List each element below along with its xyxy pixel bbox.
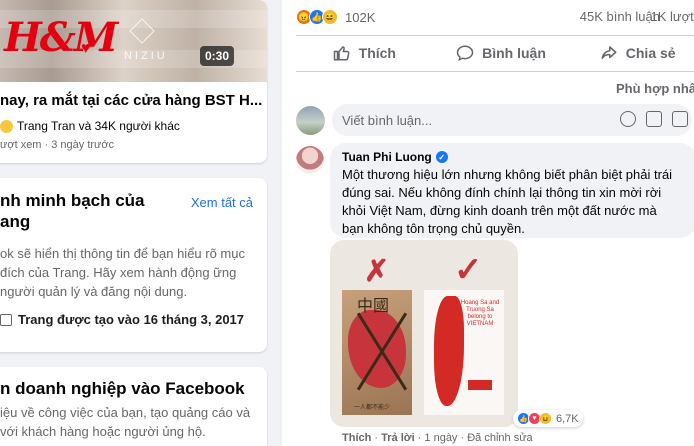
- hm-logo: H&M: [4, 14, 118, 61]
- post-reaction-count[interactable]: 102K: [345, 10, 375, 25]
- comment-label: Bình luận: [482, 45, 546, 61]
- comment-author[interactable]: Tuan Phi Luong ✓: [342, 150, 684, 164]
- vietnam-map-image: Hoang Sa and Truong Sa belong to VIETNAM: [424, 290, 504, 415]
- comment-icon: [456, 45, 474, 62]
- business-card: n doanh nghiệp vào Facebook iệu về công …: [0, 367, 267, 446]
- video-thumbnail[interactable]: H&M ♥ NIZIU 0:30: [0, 0, 267, 82]
- comment-author-name[interactable]: Tuan Phi Luong: [342, 150, 432, 164]
- china-map-footer: 一人都不能少: [354, 405, 391, 411]
- post-panel: 😠 👍 😆 102K 45K bình luận 1K lượt chi Thí…: [282, 0, 694, 446]
- see-all-link[interactable]: Xem tất cả: [191, 195, 253, 210]
- comment-sort-dropdown[interactable]: Phù hợp nhấ: [616, 81, 694, 96]
- divider: [296, 35, 694, 36]
- video-card[interactable]: H&M ♥ NIZIU 0:30 nay, ra mắt tại các cửa…: [0, 0, 267, 163]
- comment-reaction-count: 6,7K: [556, 412, 579, 425]
- transparency-description: ok sẽ hiển thị thông tin để bạn hiểu rõ …: [0, 246, 245, 299]
- vietnam-map-text: Hoang Sa and Truong Sa belong to VIETNAM: [460, 300, 500, 327]
- comment-text: Một thương hiệu lớn nhưng không biết phâ…: [342, 167, 673, 236]
- haha-icon: [0, 119, 13, 133]
- comment-reply-button[interactable]: Trả lời: [381, 432, 415, 444]
- video-meta: ượt xem · 3 ngày trước: [0, 139, 115, 151]
- camera-icon[interactable]: [646, 111, 662, 127]
- divider: [296, 71, 694, 72]
- post-comment-count[interactable]: 45K bình luận: [580, 9, 660, 24]
- thumbs-up-icon: [333, 46, 350, 61]
- post-share-count[interactable]: 1K lượt chi: [651, 9, 694, 24]
- share-icon: [601, 46, 617, 59]
- video-reactions-text: Trang Tran và 34K người khác: [17, 119, 180, 133]
- transparency-title-line2: ang: [0, 212, 31, 231]
- comment-actions: Thích · Trả lời · 1 ngày · Đã chỉnh sửa: [342, 432, 533, 444]
- comment-input[interactable]: Viết bình luận...: [332, 104, 692, 136]
- gif-icon[interactable]: [672, 111, 688, 127]
- comment-button[interactable]: Bình luận: [433, 38, 570, 68]
- comment-image[interactable]: ✗ ✓ 中國 一人都不能少 Hoang Sa and Truong Sa bel…: [330, 240, 518, 427]
- haha-icon: 😆: [539, 412, 552, 425]
- niziu-logo: NIZIU: [124, 50, 168, 62]
- transparency-title: nh minh bạch của ang: [0, 190, 145, 232]
- like-button[interactable]: Thích: [296, 38, 433, 68]
- haha-icon: 😆: [322, 9, 338, 25]
- video-title[interactable]: nay, ra mắt tại các cửa hàng BST H...: [0, 92, 262, 109]
- comment-time[interactable]: 1 ngày: [424, 432, 457, 444]
- current-user-avatar[interactable]: [296, 106, 325, 135]
- verified-badge-icon: ✓: [435, 151, 448, 163]
- business-title: n doanh nghiệp vào Facebook: [0, 379, 245, 398]
- china-map-image: 中國 一人都不能少: [342, 290, 412, 415]
- comment-input-placeholder: Viết bình luận...: [342, 112, 433, 128]
- post-action-row: Thích Bình luận Chia sẻ: [296, 38, 694, 68]
- video-duration: 0:30: [200, 46, 235, 66]
- transparency-title-line1: nh minh bạch của: [0, 191, 145, 210]
- comment-like-button[interactable]: Thích: [342, 432, 371, 444]
- emoji-icon[interactable]: [620, 111, 636, 127]
- calendar-icon: [0, 313, 12, 326]
- video-reactions[interactable]: Trang Tran và 34K người khác: [0, 119, 180, 133]
- business-description: iệu về công việc của bạn, tạo quảng cáo …: [0, 405, 251, 439]
- china-map-title: 中國: [357, 296, 390, 315]
- red-check-mark: ✓: [454, 251, 483, 289]
- comment-reactions[interactable]: 👍 ♥ 😆 6,7K: [513, 410, 583, 427]
- islands-marker: [468, 380, 492, 390]
- commenter-avatar[interactable]: [296, 146, 324, 174]
- page-transparency-card: nh minh bạch của ang Xem tất cả ok sẽ hi…: [0, 178, 267, 352]
- share-label: Chia sẻ: [625, 45, 676, 61]
- heart-icon: ♥: [81, 40, 91, 57]
- comment-edited: Đã chỉnh sửa: [467, 432, 533, 444]
- page-created-text: Trang được tạo vào 16 tháng 3, 2017: [18, 312, 245, 327]
- page-created-date: Trang được tạo vào 16 tháng 3, 2017: [0, 312, 244, 327]
- like-label: Thích: [358, 45, 396, 61]
- red-x-mark: ✗: [364, 255, 390, 288]
- share-button[interactable]: Chia sẻ: [569, 38, 694, 68]
- comment-bubble: Tuan Phi Luong ✓ Một thương hiệu lớn như…: [330, 143, 694, 238]
